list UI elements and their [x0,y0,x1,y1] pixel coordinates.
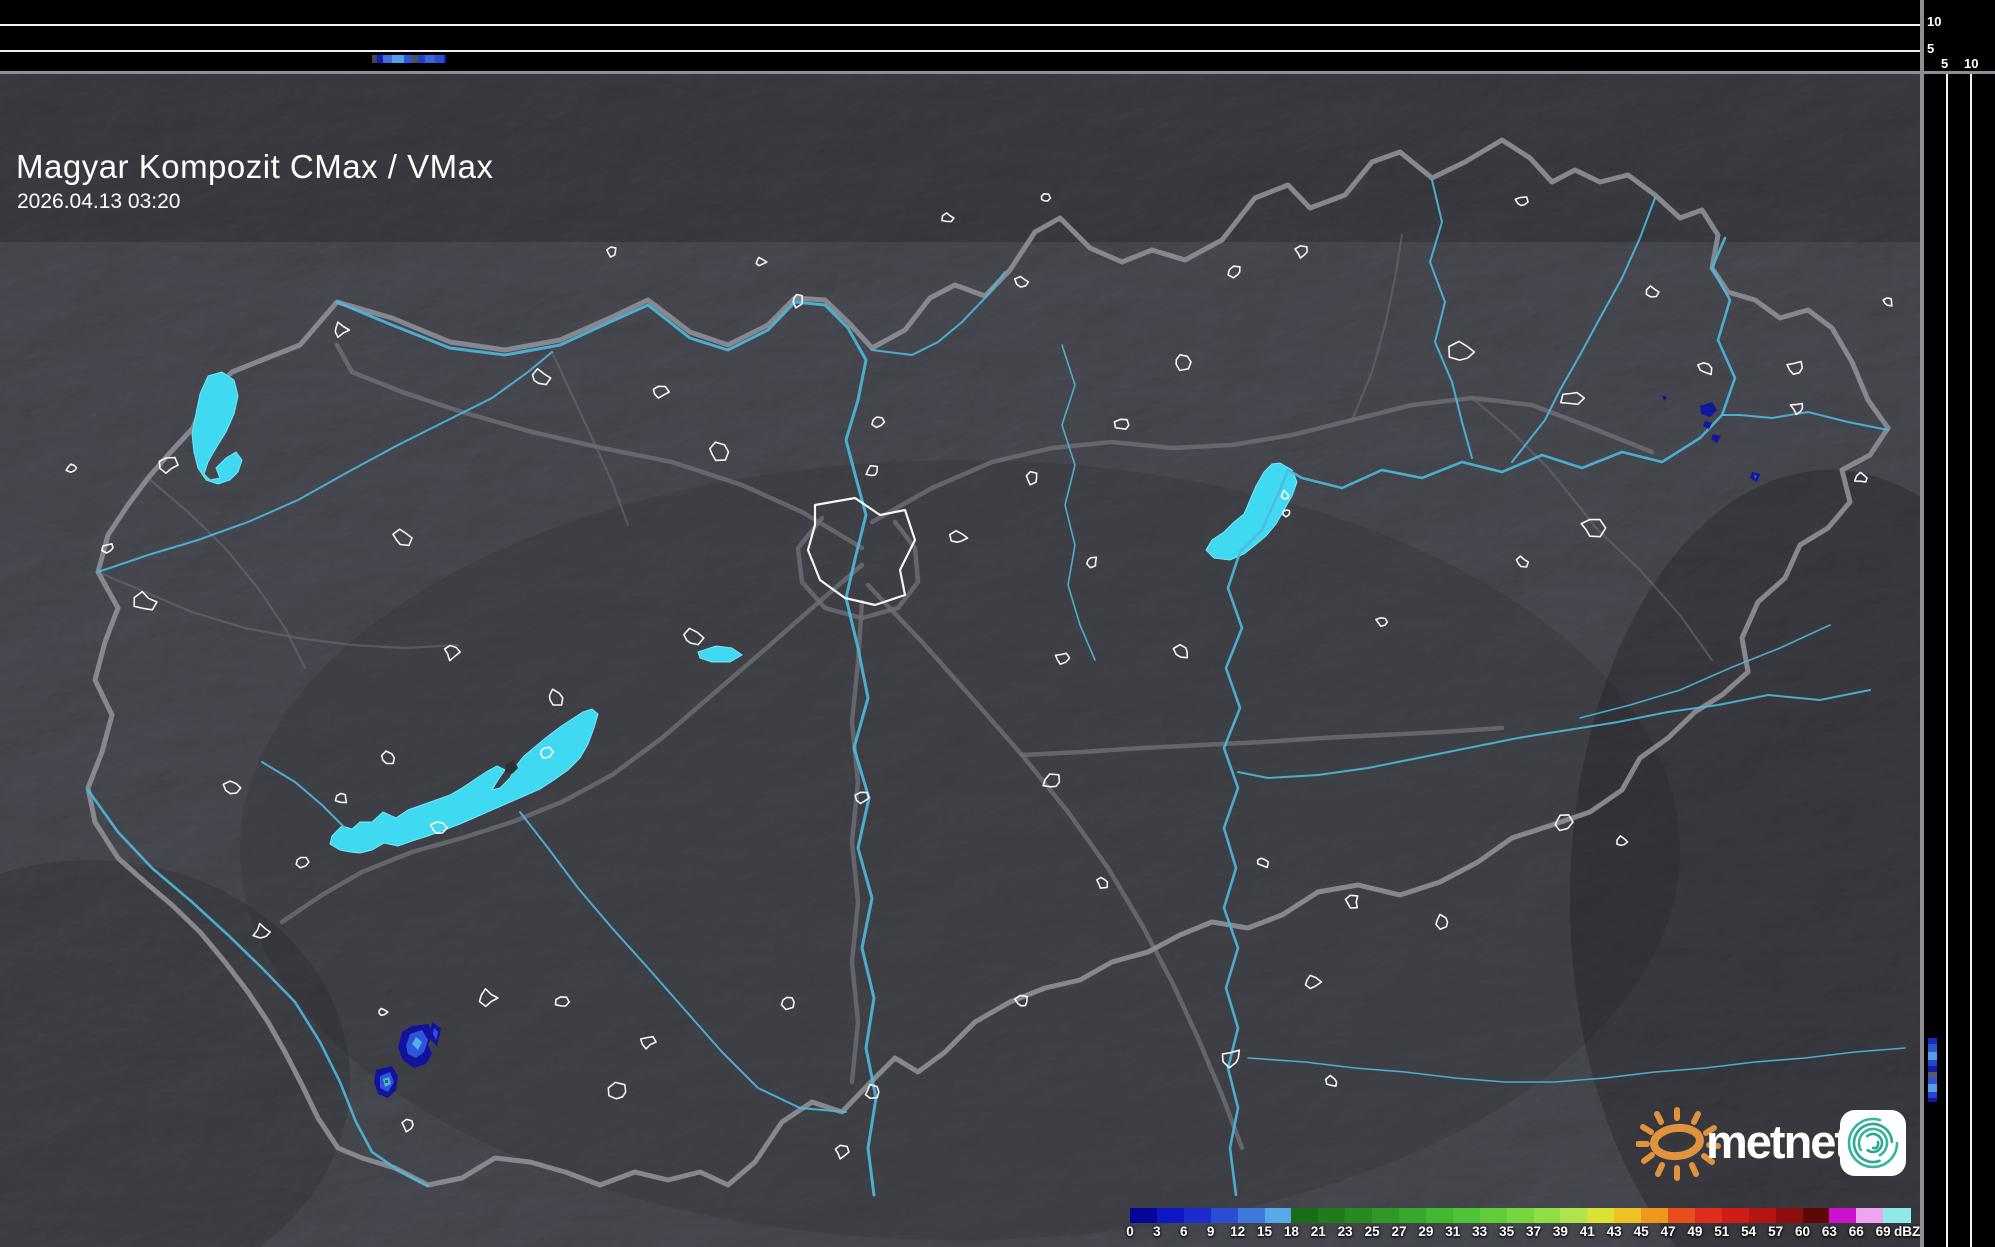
profile-axis-corner: 10 5 5 10 [1922,0,1995,72]
altitude-label-5: 5 [1927,42,1934,55]
panel-separator-horizontal [0,71,1995,74]
distance-label-5: 5 [1941,57,1948,70]
altitude-label-10: 10 [1927,15,1941,28]
profile-echo [1928,1084,1937,1092]
app-icon [1840,1110,1906,1176]
map-canvas [0,72,1922,1247]
profile-echo [1928,1098,1937,1102]
radar-echo [385,1080,388,1083]
altitude-gridline-5km-vertical [1946,72,1948,1247]
profile-echo [404,55,412,63]
distance-label-10: 10 [1964,57,1978,70]
profile-echo [1928,1077,1937,1084]
profile-echo [425,55,435,63]
terrain-background [0,72,1922,1247]
profile-echo [1928,1052,1937,1060]
spiral-icon [1840,1110,1906,1176]
timestamp: 2026.04.13 03:20 [17,190,181,214]
altitude-gridline-5km [0,50,1922,52]
profile-echo [1928,1044,1937,1052]
right-profile-panel [1922,72,1995,1247]
panel-separator-vertical [1920,0,1924,1247]
page-title: Magyar Kompozit CMax / VMax [16,148,493,186]
profile-echo [392,55,404,63]
logo-text: metnet [1706,1114,1848,1169]
altitude-gridline-10km [0,24,1922,26]
radar-map: Magyar Kompozit CMax / VMax 2026.04.13 0… [0,72,1922,1247]
profile-echo [418,55,425,63]
profile-echo [444,55,446,63]
profile-echo [435,55,444,63]
altitude-gridline-10km-vertical [1970,72,1972,1247]
profile-echo [383,55,392,63]
top-profile-panel [0,0,1922,72]
